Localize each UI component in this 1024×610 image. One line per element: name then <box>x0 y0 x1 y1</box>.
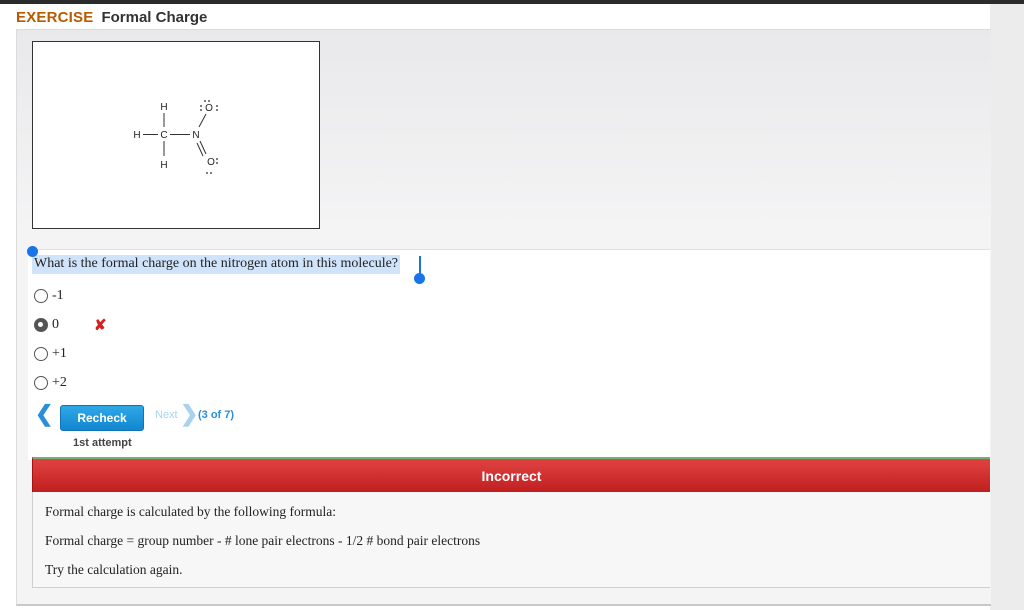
next-button[interactable]: Next <box>155 409 178 421</box>
feedback-line-2: Formal charge = group number - # lone pa… <box>45 533 481 548</box>
exercise-label: EXERCISE <box>16 9 94 26</box>
selection-start-handle[interactable] <box>27 246 38 257</box>
atom-h-top: H <box>160 102 167 113</box>
atom-n: N <box>192 130 199 141</box>
selection-end-handle[interactable] <box>414 273 425 284</box>
result-status: Incorrect <box>481 467 542 484</box>
chevron-left-icon[interactable]: ❮ <box>35 401 53 427</box>
right-scroll-area <box>990 4 1024 610</box>
option-0[interactable]: 0 <box>34 317 59 333</box>
option-minus-1[interactable]: -1 <box>34 288 64 304</box>
atom-o-bottom: O <box>207 157 215 168</box>
chevron-right-icon[interactable]: ❯ <box>180 401 198 427</box>
exercise-title: Formal Charge <box>101 9 208 26</box>
molecule-image: H H C H N O O <box>32 41 320 229</box>
radio-button[interactable] <box>34 289 48 303</box>
question-text: What is the formal charge on the nitroge… <box>32 255 401 274</box>
incorrect-x-icon: ✘ <box>94 317 107 334</box>
window-top-bar <box>0 0 1024 4</box>
feedback-line-3: Try the calculation again. <box>45 562 183 577</box>
question-area <box>28 249 990 460</box>
atom-c: C <box>160 130 167 141</box>
question-counter: (3 of 7) <box>198 409 235 421</box>
result-banner: Incorrect <box>32 457 990 492</box>
recheck-button[interactable]: Recheck <box>60 405 144 431</box>
feedback-line-1: Formal charge is calculated by the follo… <box>45 504 337 519</box>
exercise-header: EXERCISE Formal Charge <box>16 9 207 26</box>
option-label: +2 <box>52 375 67 390</box>
atom-h-left: H <box>133 130 140 141</box>
atom-o-top: O <box>205 103 213 114</box>
attempt-label: 1st attempt <box>73 437 132 449</box>
atom-h-bottom: H <box>160 160 167 171</box>
option-plus-2[interactable]: +2 <box>34 375 67 391</box>
radio-button-selected[interactable] <box>34 318 48 332</box>
radio-button[interactable] <box>34 376 48 390</box>
molecule-structure: H H C H N O O <box>133 100 218 174</box>
radio-button[interactable] <box>34 347 48 361</box>
option-plus-1[interactable]: +1 <box>34 346 67 362</box>
option-label: 0 <box>52 317 59 332</box>
option-label: -1 <box>52 288 64 303</box>
option-label: +1 <box>52 346 67 361</box>
